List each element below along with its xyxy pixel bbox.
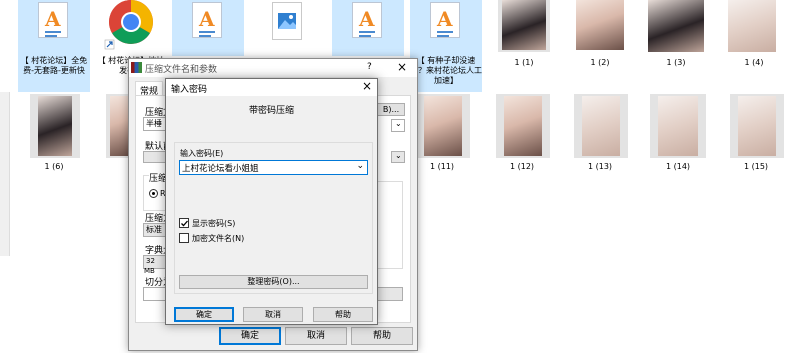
- photo-thumbnail: [648, 0, 704, 52]
- file-name: 1 (12): [509, 162, 535, 171]
- dialog-title: 输入密码: [171, 85, 208, 95]
- winrar-icon: [131, 62, 142, 73]
- file-name: 1 (1): [514, 58, 534, 67]
- dialog-titlebar[interactable]: 输入密码 ×: [166, 79, 377, 96]
- cancel-button[interactable]: 取消: [285, 327, 347, 345]
- close-button[interactable]: ×: [362, 79, 372, 93]
- image-tile-1-1[interactable]: 1 (1): [486, 0, 562, 72]
- password-dialog: 输入密码 × 带密码压缩 输入密码(E) 上村花论坛看小姐姐 ⌄ 显示密码(S)…: [165, 78, 378, 325]
- archive-name-dropdown-tail[interactable]: ⌄: [391, 119, 405, 132]
- file-name: 1 (6): [44, 162, 64, 171]
- file-tile-5[interactable]: A: [332, 0, 404, 56]
- document-icon: A: [38, 2, 68, 38]
- help-button[interactable]: 帮助: [313, 307, 373, 322]
- password-input[interactable]: 上村花论坛看小姐姐 ⌄: [179, 160, 368, 175]
- image-file-icon: [272, 2, 302, 40]
- image-tile-2-14[interactable]: 1 (14): [640, 92, 716, 172]
- image-tile-2-6[interactable]: 1 (6): [16, 92, 92, 172]
- archive-name-input[interactable]: 半棰: [143, 117, 167, 131]
- profile-dropdown-tail[interactable]: ⌄: [391, 151, 405, 163]
- left-edge-panel: [0, 92, 10, 256]
- profile-dropdown[interactable]: [143, 151, 167, 163]
- file-tile-4[interactable]: [252, 0, 324, 56]
- organize-passwords-button[interactable]: 整理密码(O)...: [179, 275, 368, 289]
- dialog-titlebar[interactable]: 压缩文件名和参数 ? ×: [129, 59, 417, 77]
- encrypt-filenames-label: 加密文件名(N): [192, 234, 245, 243]
- document-icon: A: [352, 2, 382, 38]
- file-name: 1 (14): [665, 162, 691, 171]
- image-tile-2-12[interactable]: 1 (12): [484, 92, 560, 172]
- dictionary-size-dropdown[interactable]: 32 MB: [143, 255, 167, 275]
- password-label: 输入密码(E): [180, 149, 224, 158]
- dialog-heading: 带密码压缩: [248, 106, 294, 116]
- chevron-down-icon: ⌄: [395, 119, 402, 128]
- image-tile-1-3[interactable]: 1 (3): [638, 0, 714, 72]
- close-button[interactable]: ×: [397, 60, 407, 74]
- ok-button[interactable]: 确定: [219, 327, 281, 345]
- document-icon: A: [430, 2, 460, 38]
- desktop-screen: A 【 村花论坛】全免费-无套路-更新快 【 村花论坛】地址发布... A: [0, 0, 800, 353]
- photo-thumbnail: [738, 96, 776, 156]
- photo-thumbnail: [502, 0, 546, 50]
- file-name: 【 村花论坛】全免费-无套路-更新快: [20, 56, 88, 75]
- dialog-title: 压缩文件名和参数: [145, 65, 218, 75]
- file-tile-3[interactable]: A: [172, 0, 244, 56]
- method-dropdown[interactable]: 标准: [143, 223, 167, 237]
- chevron-down-icon[interactable]: ⌄: [356, 161, 364, 171]
- photo-thumbnail: [38, 96, 72, 156]
- split-volume-input[interactable]: [143, 287, 167, 301]
- file-name: 【 有种子却没速度？来村花论坛人工加速】: [410, 56, 482, 85]
- photo-thumbnail: [424, 96, 462, 156]
- document-icon: A: [192, 2, 222, 38]
- image-tile-1-4[interactable]: 1 (4): [716, 0, 792, 72]
- chevron-down-icon: ⌄: [395, 151, 402, 160]
- encrypt-filenames-checkbox[interactable]: [179, 233, 189, 243]
- photo-thumbnail: [728, 0, 776, 52]
- format-radio[interactable]: [149, 189, 158, 198]
- image-tile-1-2[interactable]: 1 (2): [562, 0, 638, 72]
- photo-thumbnail: [576, 0, 624, 50]
- help-button[interactable]: ?: [367, 62, 372, 72]
- file-name: 1 (13): [587, 162, 613, 171]
- photo-thumbnail: [504, 96, 542, 156]
- show-password-label: 显示密码(S): [192, 219, 236, 228]
- file-tile-6[interactable]: A 【 有种子却没速度？来村花论坛人工加速】: [410, 0, 482, 92]
- show-password-checkbox[interactable]: [179, 218, 189, 228]
- help-bottom-button[interactable]: 帮助: [351, 327, 413, 345]
- file-name: 1 (3): [666, 58, 686, 67]
- image-tile-2-15[interactable]: 1 (15): [718, 92, 794, 172]
- ok-button[interactable]: 确定: [174, 307, 234, 322]
- chrome-icon: [102, 0, 160, 50]
- photo-thumbnail: [110, 96, 128, 156]
- browse-button[interactable]: B)...: [377, 103, 405, 116]
- file-name: 1 (4): [744, 58, 764, 67]
- cancel-button[interactable]: 取消: [243, 307, 303, 322]
- photo-thumbnail: [658, 96, 698, 156]
- file-name: 1 (15): [743, 162, 769, 171]
- photo-thumbnail: [582, 96, 620, 156]
- file-tile-1[interactable]: A 【 村花论坛】全免费-无套路-更新快: [18, 0, 90, 92]
- image-tile-2-13[interactable]: 1 (13): [562, 92, 638, 172]
- file-name: 1 (2): [590, 58, 610, 67]
